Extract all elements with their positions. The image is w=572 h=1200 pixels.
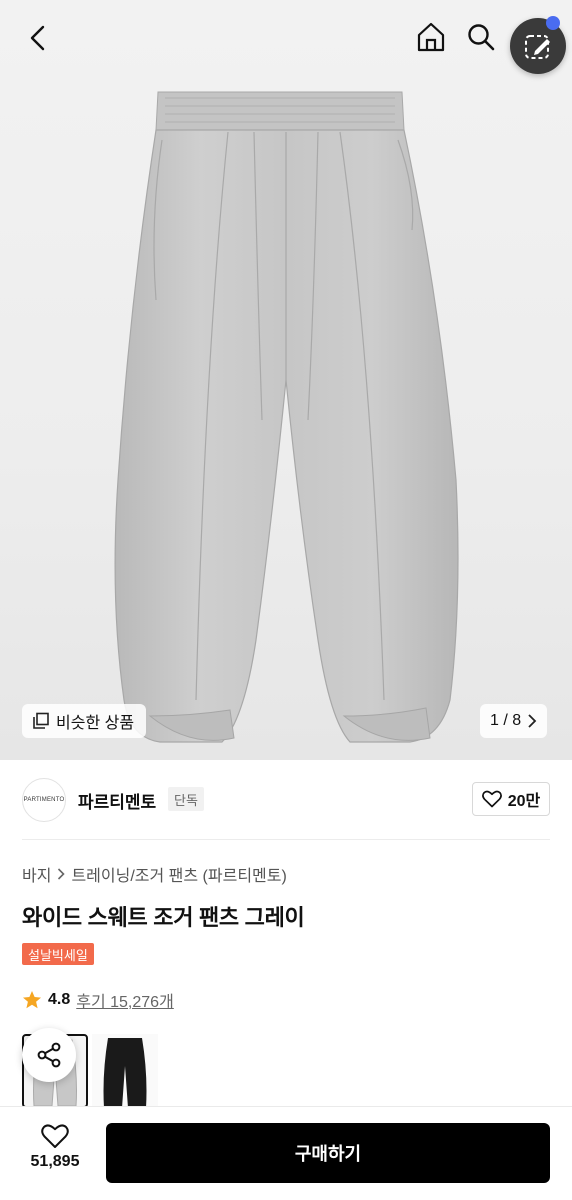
breadcrumb: 바지 트레이닝/조거 팬츠 (파르티멘토) (22, 862, 287, 886)
chevron-right-icon (58, 868, 66, 880)
wishlist-button[interactable]: 51,895 (20, 1123, 90, 1183)
product-title: 와이드 스웨트 조거 팬츠 그레이 (22, 905, 305, 930)
bottom-action-bar: 51,895 구매하기 (0, 1106, 572, 1200)
brand-logo-text: PARTIMENTO (23, 797, 65, 803)
breadcrumb-subcategory[interactable]: 트레이닝/조거 팬츠 (파르티멘토) (71, 862, 286, 886)
image-page-indicator[interactable]: 1 / 8 (480, 704, 548, 738)
floating-edit-button[interactable] (510, 16, 566, 74)
heart-icon (481, 790, 502, 808)
notification-dot (546, 16, 560, 30)
search-icon (468, 24, 495, 51)
sale-badge: 설날빅세일 (22, 943, 94, 965)
buy-button[interactable]: 구매하기 (106, 1123, 550, 1183)
share-button[interactable] (22, 1028, 76, 1082)
breadcrumb-category[interactable]: 바지 (22, 862, 51, 886)
page-indicator-text: 1 / 8 (490, 712, 522, 729)
product-image (114, 91, 459, 743)
share-icon (37, 1042, 61, 1068)
rating-score: 4.8 (48, 991, 71, 1008)
star-icon (23, 991, 41, 1009)
exclusive-tag: 단독 (168, 787, 204, 811)
search-button[interactable] (462, 18, 500, 56)
chevron-right-icon (528, 714, 537, 728)
edit-select-icon (525, 35, 550, 59)
heart-icon (41, 1124, 69, 1148)
black-pants-thumbnail (103, 1038, 147, 1108)
home-button[interactable] (412, 18, 450, 56)
similar-items-icon (33, 712, 49, 729)
brand-like-button[interactable]: 20만 (472, 782, 550, 816)
section-divider (22, 839, 550, 840)
back-button[interactable] (20, 20, 56, 56)
review-link[interactable]: 후기 15,276개 (76, 988, 174, 1012)
brand-name[interactable]: 파르티멘토 (78, 788, 156, 813)
wishlist-count: 51,895 (30, 1153, 80, 1170)
back-arrow-icon (30, 25, 45, 51)
brand-row: PARTIMENTO 파르티멘토 단독 20만 (0, 772, 572, 828)
home-icon (417, 22, 445, 52)
brand-logo[interactable]: PARTIMENTO (22, 778, 66, 822)
rating-row: 4.8 후기 15,276개 (22, 988, 174, 1012)
similar-products-label: 비슷한 상품 (56, 715, 135, 732)
product-image-gallery[interactable]: 비슷한 상품 1 / 8 (0, 0, 572, 760)
similar-products-button[interactable]: 비슷한 상품 (22, 704, 147, 738)
brand-like-count: 20만 (507, 793, 541, 810)
color-option-black[interactable] (92, 1034, 158, 1108)
top-app-bar (0, 0, 572, 76)
